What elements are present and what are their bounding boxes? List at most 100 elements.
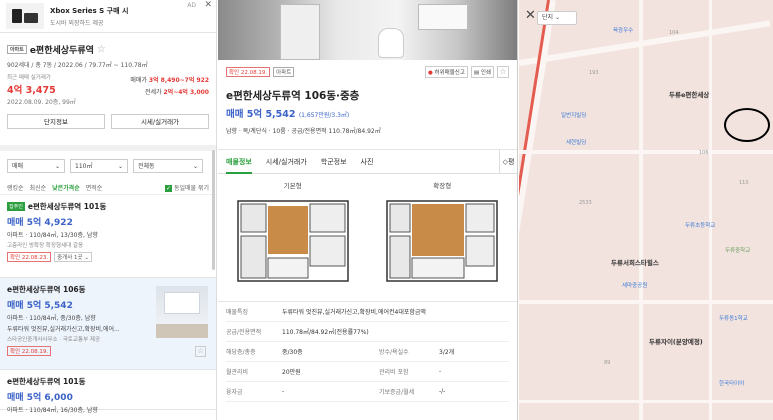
plan-label: 기본형 xyxy=(283,182,302,190)
complex-summary: 아파트 e편한세상두류역 ☆ 902세대 / 총 7동 / 2022.06 / … xyxy=(0,33,216,151)
row-value: 20만원 xyxy=(282,369,301,376)
table-row: 해당층/총층 중/30층 방수/욕실수 3/2개 xyxy=(226,342,509,362)
list-item[interactable]: e편한세상두류역 101동 매매 5억 6,000 아파트 · 110/84㎡,… xyxy=(0,370,216,414)
map-lot-number: 193 xyxy=(589,70,599,76)
map-label-complex[interactable]: 두류서희스타힐스 xyxy=(611,257,659,267)
list-item[interactable]: e편한세상두류역 106동 매매 5억 5,542 아파트 · 110/84㎡,… xyxy=(0,278,216,370)
map-road xyxy=(639,0,643,420)
chevron-down-icon: ⌄ xyxy=(117,162,123,170)
area-value: 110㎡ xyxy=(75,162,93,170)
table-row: 월관리비 20만원 관리비 포함 - xyxy=(226,362,509,382)
recent-price-label: 최근 매매 실거래가 xyxy=(7,75,51,81)
list-item[interactable]: 집주인 e편한세상두류역 101동 매매 5억 4,922 아파트 · 110/8… xyxy=(0,195,216,278)
sort-bar: 랭킹순 최신순 낮은가격순 면적순 ✓ 동일매물 묶기 xyxy=(0,173,216,195)
row-key: 방수/욕실수 xyxy=(379,349,409,356)
sort-latest[interactable]: 최신순 xyxy=(30,183,47,192)
floor-plan-extended[interactable]: 확장형 xyxy=(382,180,502,301)
ad-tag: AD xyxy=(187,2,196,9)
floor-plan-basic[interactable]: 기본형 xyxy=(233,180,353,301)
close-icon[interactable]: ✕ xyxy=(525,8,536,23)
row-value: 3/2개 xyxy=(439,349,455,356)
map-label-place: 두류동1학교 xyxy=(719,316,748,322)
sort-rank[interactable]: 랭킹순 xyxy=(7,183,24,192)
map-label-place: 육광우수 xyxy=(613,28,634,34)
map-label-place: 세마중공원 xyxy=(622,283,648,289)
dong-value: 전체동 xyxy=(138,162,155,170)
detail-tabs: 매물정보 시세/실거래가 학군정보 사진 ◇평 xyxy=(218,150,517,174)
sale-range-label: 매매가 xyxy=(130,77,147,84)
map-layer-select[interactable]: 단지 ⌄ xyxy=(537,11,577,25)
price-history-button[interactable]: 시세/실거래가 xyxy=(111,114,209,129)
map-road xyxy=(519,20,771,66)
filter-bar: 매매 ⌄ 110㎡ ⌄ 전체동 ⌄ xyxy=(0,151,216,173)
printer-icon: ▤ xyxy=(473,70,480,76)
map-road xyxy=(519,300,773,304)
sort-price[interactable]: 낮은가격순 xyxy=(52,183,80,192)
ad-banner[interactable]: Xbox Series S 구매 시 도시바 외장하드 제공 AD ✕ xyxy=(0,0,216,33)
trade-type-select[interactable]: 매매 ⌄ xyxy=(7,159,65,173)
type-tag: 아파트 xyxy=(273,67,295,77)
detail-header: 확인 22.08.19. 아파트 ● 허위매물신고 ▤ 인쇄 ☆ e편한세상두류역… xyxy=(218,60,517,150)
listing-title: e편한세상두류역 101동 xyxy=(7,377,86,386)
favorite-icon[interactable]: ☆ xyxy=(195,346,206,357)
siren-icon: ● xyxy=(427,70,433,76)
row-value: 110.78㎡/84.92㎡(전용률77%) xyxy=(282,329,369,336)
dong-select[interactable]: 전체동 ⌄ xyxy=(133,159,203,173)
sort-area[interactable]: 면적순 xyxy=(86,183,103,192)
row-value: - xyxy=(282,388,285,395)
tab-school[interactable]: 학군정보 xyxy=(321,157,347,167)
recent-price: 4억 3,475 xyxy=(7,85,56,96)
tab-listing-info[interactable]: 매물정보 xyxy=(226,150,252,174)
row-key: 융자금 xyxy=(226,389,243,396)
row-key: 월관리비 xyxy=(226,369,249,376)
confirm-date: 확인 22.08.19. xyxy=(7,346,52,356)
map-highlight-circle xyxy=(724,108,770,142)
floor-plan-image xyxy=(386,200,498,282)
favorite-icon[interactable]: ☆ xyxy=(497,66,509,78)
detail-title: e편한세상두류역 106동·중층 xyxy=(226,90,360,102)
detail-spec: 남향 · 복/계단식 · 10룸 · 공급/전용면적 110.78㎡/84.92… xyxy=(226,128,381,135)
print-button[interactable]: ▤ 인쇄 xyxy=(470,66,494,78)
area-select[interactable]: 110㎡ ⌄ xyxy=(70,159,128,173)
detail-table: 매물특징 두류타워 멋진뷰,실거래가신고,확장비,에어컨4대포함금액 공급/전용면… xyxy=(218,302,517,402)
complex-type-tag: 아파트 xyxy=(7,45,27,54)
same-listing-toggle[interactable]: ✓ 동일매물 묶기 xyxy=(164,183,209,192)
star-icon[interactable]: ☆ xyxy=(97,44,106,55)
listing-price: 매매 5억 6,000 xyxy=(7,393,73,403)
map-label-place: 두류중학교 xyxy=(725,248,751,254)
plan-label: 확장형 xyxy=(433,182,452,190)
map-lot-number: 104 xyxy=(669,30,679,36)
complex-name: e편한세상두류역 xyxy=(29,46,94,56)
row-key: 해당층/총층 xyxy=(226,349,256,356)
tab-photos[interactable]: 사진 xyxy=(361,157,374,167)
report-button[interactable]: ● 허위매물신고 xyxy=(424,66,468,78)
map-label-complex[interactable]: 두류자이(분양예정) xyxy=(649,336,703,346)
table-row: 매물특징 두류타워 멋진뷰,실거래가신고,확장비,에어컨4대포함금액 xyxy=(226,302,509,322)
map-label-place: 세현빌딩 xyxy=(566,140,587,146)
listing-spec: 아파트 · 110/84㎡, 중/30층, 남향 xyxy=(7,315,96,322)
detail-price: 매매 5억 5,542 xyxy=(226,109,296,120)
close-icon[interactable]: ✕ xyxy=(204,0,212,10)
confirm-date: 확인 22.08.23. xyxy=(7,252,52,262)
map-road xyxy=(519,150,773,154)
map-lot-number: 89 xyxy=(604,360,611,366)
map-label-place: 한국타이어 xyxy=(719,381,745,387)
map-label-complex[interactable]: 두류e편한세상 xyxy=(669,89,709,99)
listing-feature: 두류타워 멋진뷰,실거래가신고,확장비,에어... xyxy=(7,326,120,333)
row-value: 두류타워 멋진뷰,실거래가신고,확장비,에어컨4대포함금액 xyxy=(282,309,426,316)
row-value: 중/30층 xyxy=(282,349,303,356)
listing-panel: Xbox Series S 구매 시 도시바 외장하드 제공 AD ✕ 아파트 … xyxy=(0,0,217,420)
sale-range: 3억 8,490~7억 922 xyxy=(148,77,209,84)
unit-toggle-button[interactable]: ◇평 xyxy=(499,150,517,174)
map-road xyxy=(519,400,773,403)
scrollbar[interactable] xyxy=(212,150,215,270)
listing-title: e편한세상두류역 106동 xyxy=(7,285,86,294)
listing-spec: 아파트 · 110/84㎡, 16/30층, 남향 xyxy=(7,407,98,414)
listing-photo[interactable] xyxy=(218,0,517,60)
listing-thumbnail[interactable] xyxy=(156,286,208,338)
agents-dropdown[interactable]: 중개사 1곳 ⌄ xyxy=(54,252,92,262)
tab-price[interactable]: 시세/실거래가 xyxy=(266,157,307,167)
map-view[interactable]: 104 193 110 2533 106 89 두류e편한세상 두류서희스타힐스… xyxy=(519,0,773,420)
complex-info-button[interactable]: 단지정보 xyxy=(7,114,105,129)
map-lot-number: 110 xyxy=(739,180,749,186)
